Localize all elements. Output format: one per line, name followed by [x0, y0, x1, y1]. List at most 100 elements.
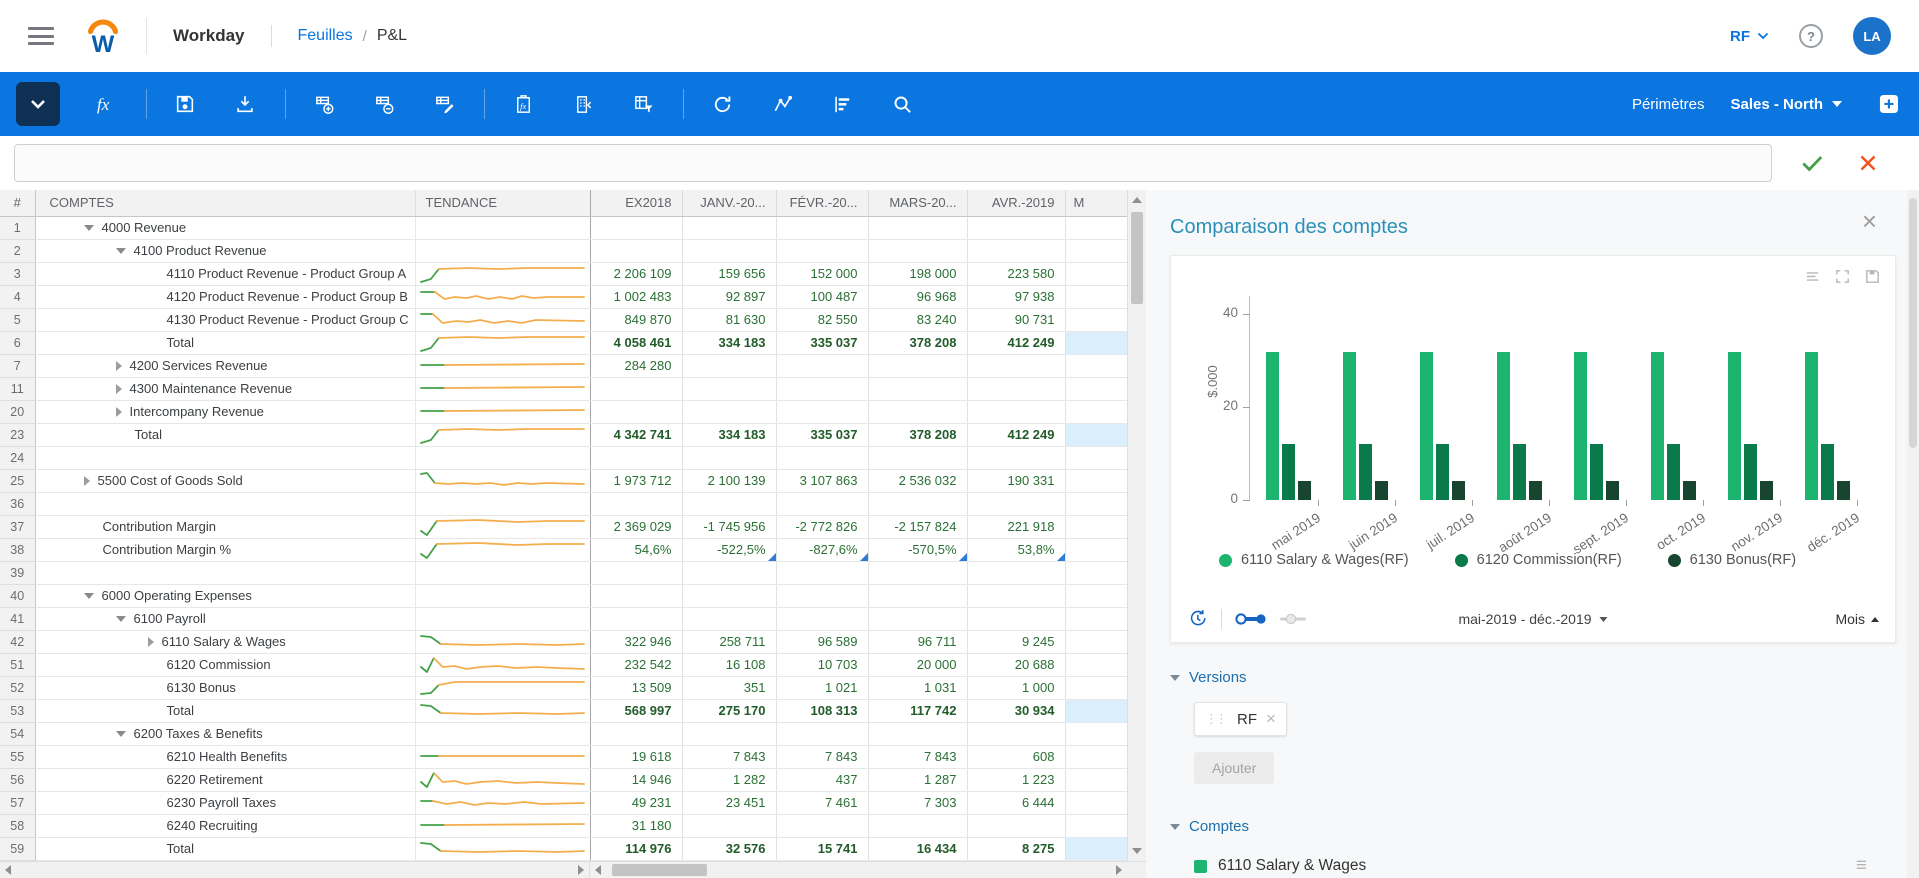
version-chip[interactable]: ⋮⋮ RF ×: [1194, 702, 1287, 736]
value-cell[interactable]: [966, 354, 1065, 378]
value-cell[interactable]: 19 618: [589, 745, 682, 769]
value-cell[interactable]: 92 897: [681, 285, 776, 309]
trend-cell[interactable]: [414, 630, 591, 654]
collapse-caret-icon[interactable]: [83, 224, 94, 231]
column-header-accounts[interactable]: COMPTES: [35, 190, 415, 217]
next-period-cell[interactable]: [1064, 308, 1127, 332]
legend-item[interactable]: 6130 Bonus(RF): [1667, 552, 1796, 568]
trend-icon[interactable]: [760, 82, 804, 126]
trend-cell[interactable]: [414, 515, 591, 539]
value-cell[interactable]: 2 369 029: [589, 515, 682, 539]
next-period-cell[interactable]: [1064, 653, 1127, 677]
value-cell[interactable]: [589, 722, 682, 746]
delete-row-icon[interactable]: [362, 82, 406, 126]
value-cell[interactable]: [681, 584, 776, 608]
scroll-left-icon[interactable]: [595, 865, 601, 875]
row-number[interactable]: 52: [0, 676, 36, 700]
trend-cell[interactable]: [414, 837, 591, 861]
scroll-left-icon[interactable]: [5, 865, 11, 875]
collapse-caret-icon[interactable]: [115, 247, 126, 254]
value-cell[interactable]: 15 741: [775, 837, 868, 861]
column-header-num[interactable]: #: [0, 190, 36, 217]
account-cell[interactable]: Total: [35, 331, 415, 355]
help-icon[interactable]: ?: [1799, 24, 1823, 48]
account-cell[interactable]: 6240 Recruiting: [35, 814, 415, 838]
expand-menu-button[interactable]: [16, 82, 60, 126]
accounts-section-header[interactable]: Comptes: [1170, 818, 1875, 835]
cancel-button[interactable]: [1852, 147, 1884, 179]
refresh-icon[interactable]: [700, 82, 744, 126]
value-cell[interactable]: 190 331: [966, 469, 1065, 493]
next-period-cell[interactable]: [1064, 262, 1127, 286]
next-period-cell[interactable]: [1064, 561, 1127, 585]
value-cell[interactable]: 7 303: [867, 791, 967, 815]
row-number[interactable]: 37: [0, 515, 36, 539]
next-period-cell[interactable]: [1064, 285, 1127, 309]
value-cell[interactable]: 8 275: [966, 837, 1065, 861]
row-number[interactable]: 41: [0, 607, 36, 631]
scroll-right-icon[interactable]: [578, 865, 584, 875]
value-cell[interactable]: [966, 561, 1065, 585]
value-cell[interactable]: [966, 239, 1065, 263]
value-cell[interactable]: 412 249: [966, 331, 1065, 355]
row-number[interactable]: 59: [0, 837, 36, 861]
value-cell[interactable]: [589, 216, 682, 240]
value-cell[interactable]: 90 731: [966, 308, 1065, 332]
collapse-caret-icon[interactable]: [115, 730, 126, 737]
date-range-selector[interactable]: mai-2019 - déc.-2019: [1458, 611, 1608, 627]
value-cell[interactable]: 1 973 712: [589, 469, 682, 493]
drag-handle-icon[interactable]: ≡: [1856, 855, 1867, 877]
value-cell[interactable]: [966, 584, 1065, 608]
value-cell[interactable]: 81 630: [681, 308, 776, 332]
row-number[interactable]: 56: [0, 768, 36, 792]
value-cell[interactable]: [681, 561, 776, 585]
save-chart-icon[interactable]: [1864, 268, 1881, 285]
next-period-cell[interactable]: [1064, 446, 1127, 470]
scroll-right-icon[interactable]: [1116, 865, 1122, 875]
trend-cell[interactable]: [414, 308, 591, 332]
account-cell[interactable]: 6110 Salary & Wages: [35, 630, 415, 654]
row-number[interactable]: 20: [0, 400, 36, 424]
account-cell[interactable]: Intercompany Revenue: [35, 400, 415, 424]
next-period-cell[interactable]: [1064, 630, 1127, 654]
row-number[interactable]: 5: [0, 308, 36, 332]
value-cell[interactable]: [681, 354, 776, 378]
row-number[interactable]: 53: [0, 699, 36, 723]
edit-rows-icon[interactable]: [422, 82, 466, 126]
value-cell[interactable]: [589, 239, 682, 263]
value-cell[interactable]: 437: [775, 768, 868, 792]
next-period-cell[interactable]: [1064, 538, 1127, 562]
value-cell[interactable]: 378 208: [867, 331, 967, 355]
download-icon[interactable]: [223, 82, 267, 126]
collapse-caret-icon[interactable]: [115, 615, 126, 622]
value-cell[interactable]: 7 843: [681, 745, 776, 769]
trend-cell[interactable]: [414, 607, 591, 631]
value-cell[interactable]: 83 240: [867, 308, 967, 332]
account-cell[interactable]: 4110 Product Revenue - Product Group A: [35, 262, 415, 286]
value-cell[interactable]: 96 589: [775, 630, 868, 654]
value-cell[interactable]: 2 536 032: [867, 469, 967, 493]
value-cell[interactable]: [681, 400, 776, 424]
value-cell[interactable]: 223 580: [966, 262, 1065, 286]
column-header-period[interactable]: JANV.-20...: [681, 190, 776, 217]
value-cell[interactable]: 258 711: [681, 630, 776, 654]
value-cell[interactable]: 108 313: [775, 699, 868, 723]
trend-cell[interactable]: [414, 331, 591, 355]
trend-cell[interactable]: [414, 262, 591, 286]
trend-cell[interactable]: [414, 469, 591, 493]
add-row-icon[interactable]: [302, 82, 346, 126]
trend-cell[interactable]: [414, 561, 591, 585]
save-icon[interactable]: [163, 82, 207, 126]
value-cell[interactable]: 96 711: [867, 630, 967, 654]
confirm-button[interactable]: [1796, 147, 1828, 179]
sheet-vertical-scrollbar[interactable]: [1127, 190, 1146, 861]
account-cell[interactable]: Contribution Margin %: [35, 538, 415, 562]
trend-cell[interactable]: [414, 285, 591, 309]
next-period-cell[interactable]: [1064, 331, 1127, 355]
row-number[interactable]: 4: [0, 285, 36, 309]
value-cell[interactable]: 7 843: [867, 745, 967, 769]
add-to-dashboard-icon[interactable]: [1876, 91, 1903, 118]
value-cell[interactable]: 23 451: [681, 791, 776, 815]
next-period-cell[interactable]: [1064, 216, 1127, 240]
next-period-cell[interactable]: [1064, 492, 1127, 516]
